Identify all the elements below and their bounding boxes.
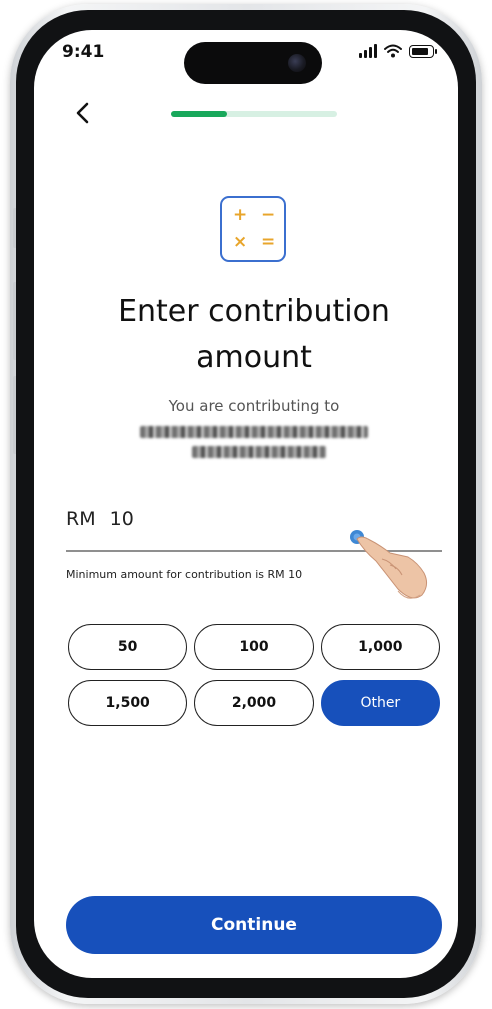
status-time: 9:41 <box>62 42 105 62</box>
currency-label: RM <box>66 508 96 530</box>
battery-icon <box>409 45 437 58</box>
redacted-recipient-line2 <box>192 446 326 458</box>
chevron-left-icon[interactable] <box>72 100 96 126</box>
calculator-icon: + − × = <box>220 196 286 262</box>
contribution-subtitle: You are contributing to <box>168 397 340 415</box>
amount-option-100[interactable]: 100 <box>194 624 314 670</box>
wifi-icon <box>384 44 402 58</box>
minimum-amount-hint: Minimum amount for contribution is RM 10 <box>66 568 303 581</box>
page-title-line2: amount <box>196 340 312 375</box>
amount-option-2000[interactable]: 2,000 <box>194 680 314 726</box>
app-screen: 9:41 + − × = Enter contribution amount Y… <box>34 30 458 978</box>
redacted-recipient-line1 <box>140 426 368 438</box>
camera-icon <box>288 54 306 72</box>
page-title-line1: Enter contribution <box>118 294 390 329</box>
continue-button[interactable]: Continue <box>66 896 442 954</box>
amount-option-1500[interactable]: 1,500 <box>68 680 188 726</box>
amount-input[interactable]: RM 10 <box>66 508 134 530</box>
amount-value: 10 <box>109 508 134 530</box>
amount-option-other[interactable]: Other <box>320 680 440 726</box>
status-icons <box>359 44 437 58</box>
amount-options: 50 100 1,000 1,500 2,000 Other <box>68 624 440 726</box>
step-progress-fill <box>171 111 228 117</box>
step-progress-bar <box>171 111 337 117</box>
amount-option-50[interactable]: 50 <box>68 624 188 670</box>
pointing-hand-icon <box>350 530 428 599</box>
signal-icon <box>359 44 377 58</box>
dynamic-island <box>184 42 322 84</box>
page-title: Enter contribution amount <box>34 289 458 381</box>
amount-option-1000[interactable]: 1,000 <box>320 624 440 670</box>
